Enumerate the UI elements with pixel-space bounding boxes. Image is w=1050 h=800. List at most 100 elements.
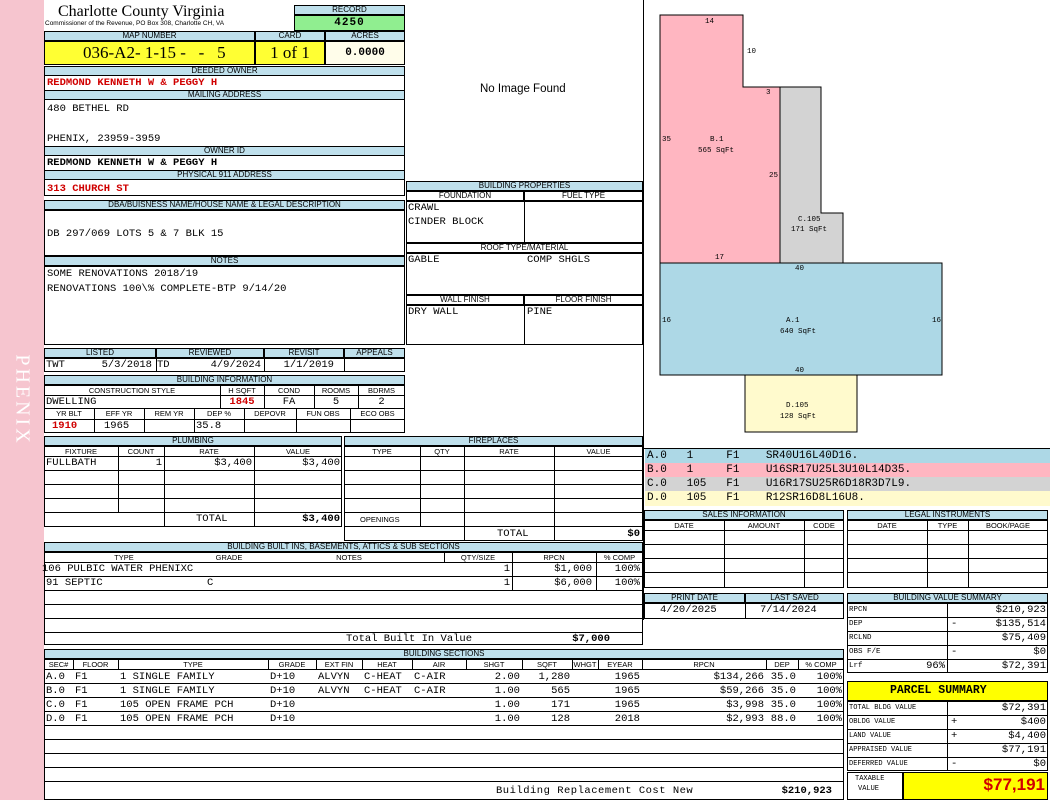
building-sections-header: BUILDING SECTIONS: [44, 649, 844, 659]
taxable-label-1: TAXABLE: [855, 775, 885, 783]
deeded-owner-header: DEEDED OWNER: [44, 66, 405, 76]
listed-by: TWT: [46, 359, 65, 371]
heated-sqft: 1845: [229, 396, 255, 408]
fixture-rate-1: $3,400: [214, 457, 252, 469]
legal-book-header: BOOK/PAGE: [985, 521, 1031, 530]
grid-line: [766, 659, 767, 669]
sales-header: SALES INFORMATION: [644, 510, 844, 520]
section-cell: $59,266: [719, 685, 764, 697]
sections-col-header: % COMP: [805, 660, 837, 669]
taxable-label-2: VALUE: [858, 785, 880, 793]
sketch-label: 171 SqFt: [791, 226, 827, 234]
sketch-dim: 14: [705, 18, 715, 26]
vector-row-d: D.0 105 F1 R12SR16D8L16U8.: [645, 491, 1050, 506]
section-cell: F1: [75, 713, 88, 725]
section-cell: 1.00: [494, 713, 520, 725]
sections-col-header: HEAT: [377, 660, 397, 669]
foundation-header: FOUNDATION: [406, 191, 524, 201]
vector-row-c: C.0 105 F1 U16R17SU25R6D18R3D7L9.: [645, 477, 1050, 491]
bi-grade-header: GRADE: [215, 553, 243, 562]
owner-id-header: OWNER ID: [44, 146, 405, 156]
vector-row-b: B.0 1 F1 U16SR17U25L3U10L14D35.: [645, 463, 1050, 477]
building-info-header: BUILDING INFORMATION: [44, 375, 405, 385]
builtins-header: BUILDING BUILT INS, BASEMENTS, ATTICS & …: [44, 542, 643, 552]
bvs-dep: $135,514: [995, 618, 1046, 630]
section-cell: $3,998: [726, 699, 764, 711]
county-title: Charlotte County Virginia: [58, 3, 225, 20]
sections-col-header: SQFT: [537, 660, 557, 669]
builtins-total: $7,000: [572, 633, 610, 645]
section-cell: 35.0: [770, 699, 796, 711]
section-cell: 105 OPEN FRAME PCH: [120, 699, 234, 711]
openings-label: OPENINGS: [360, 515, 400, 524]
depovr-header: DEPOVR: [254, 409, 286, 418]
deeded-owner: REDMOND KENNETH W & PEGGY H: [47, 77, 218, 89]
section-cell: $134,266: [713, 671, 764, 683]
section-cell: A.0: [46, 671, 65, 683]
notes-header: NOTES: [44, 256, 405, 266]
fixture-count-1: 1: [155, 457, 162, 469]
plumbing-header: PLUMBING: [44, 436, 342, 446]
bdrms-header: BDRMS: [367, 386, 396, 395]
floor-finish: PINE: [527, 306, 553, 318]
tbv-label: TOTAL BLDG VALUE: [849, 704, 917, 712]
builtin-rpcn-1: $1,000: [554, 563, 592, 575]
section-cell: 1965: [614, 685, 640, 697]
parcel-summary-header: PARCEL SUMMARY: [847, 681, 1048, 701]
value-header: VALUE: [285, 447, 311, 456]
grid-line: [44, 725, 844, 726]
section-cell: 2.00: [494, 671, 520, 683]
section-cell: D+10: [270, 685, 296, 697]
wall-finish: DRY WALL: [408, 306, 459, 318]
mailing-line-2: PHENIX, 23959-3959: [47, 133, 161, 145]
bvs-dep-label: DEP: [849, 620, 863, 628]
obldg-value: $400: [1020, 716, 1046, 728]
fixture-header: FIXTURE: [64, 447, 98, 456]
grid-line: [642, 659, 643, 669]
effective-year: 1965: [104, 420, 130, 432]
builtin-qty-1: 1: [503, 563, 510, 575]
deferred-label: DEFERRED VALUE: [849, 760, 908, 768]
revisit-date: 1/1/2019: [283, 359, 334, 371]
section-cell: 35.0: [770, 671, 796, 683]
section-cell: 1.00: [494, 685, 520, 697]
sketch-label: A.1: [786, 317, 800, 325]
legal-header: LEGAL INSTRUMENTS: [847, 510, 1048, 520]
grid-line: [44, 669, 844, 670]
print-date: 4/20/2025: [660, 604, 717, 616]
section-cell: D+10: [270, 699, 296, 711]
grid-line: [44, 753, 844, 754]
section-cell: C.0: [46, 699, 65, 711]
listed-date: 5/3/2018: [101, 359, 152, 371]
sketch-dim: 25: [769, 172, 779, 180]
section-cell: $2,993: [726, 713, 764, 725]
sketch-area-a: [659, 262, 943, 376]
land-label: LAND VALUE: [849, 732, 892, 740]
remyr-header: REM YR: [154, 409, 184, 418]
section-cell: C-HEAT: [364, 685, 402, 697]
dep-header: DEP %: [206, 409, 232, 418]
sketch-label: 565 SqFt: [698, 147, 734, 155]
sidebar-district: PHENIX: [11, 354, 34, 446]
sales-date-header: DATE: [674, 521, 694, 530]
section-cell: 1 SINGLE FAMILY: [120, 685, 215, 697]
grid-line: [798, 659, 799, 669]
sketch-label: D.105: [786, 402, 809, 410]
ecoobs-header: ECO OBS: [360, 409, 395, 418]
grid-line: [572, 659, 573, 669]
grid-line: [44, 767, 844, 768]
section-cell: 88.0: [770, 713, 796, 725]
plumbing-total: $3,400: [302, 513, 340, 525]
fixture-1: FULLBATH: [46, 457, 97, 469]
building-sketch: 14 10 3 35 25 17 40 16 16 40 B.1 565 SqF…: [645, 0, 1050, 448]
section-cell: ALVYN: [318, 685, 350, 697]
fireplaces-header: FIREPLACES: [344, 436, 643, 446]
sections-col-header: SEC#: [48, 660, 69, 669]
section-cell: D+10: [270, 671, 296, 683]
card-number: 1 of 1: [255, 41, 325, 65]
section-cell: 1965: [614, 671, 640, 683]
legal-date-header: DATE: [877, 521, 897, 530]
rate-header: RATE: [199, 447, 219, 456]
sales-code-header: CODE: [813, 521, 835, 530]
section-cell: 35.0: [770, 685, 796, 697]
